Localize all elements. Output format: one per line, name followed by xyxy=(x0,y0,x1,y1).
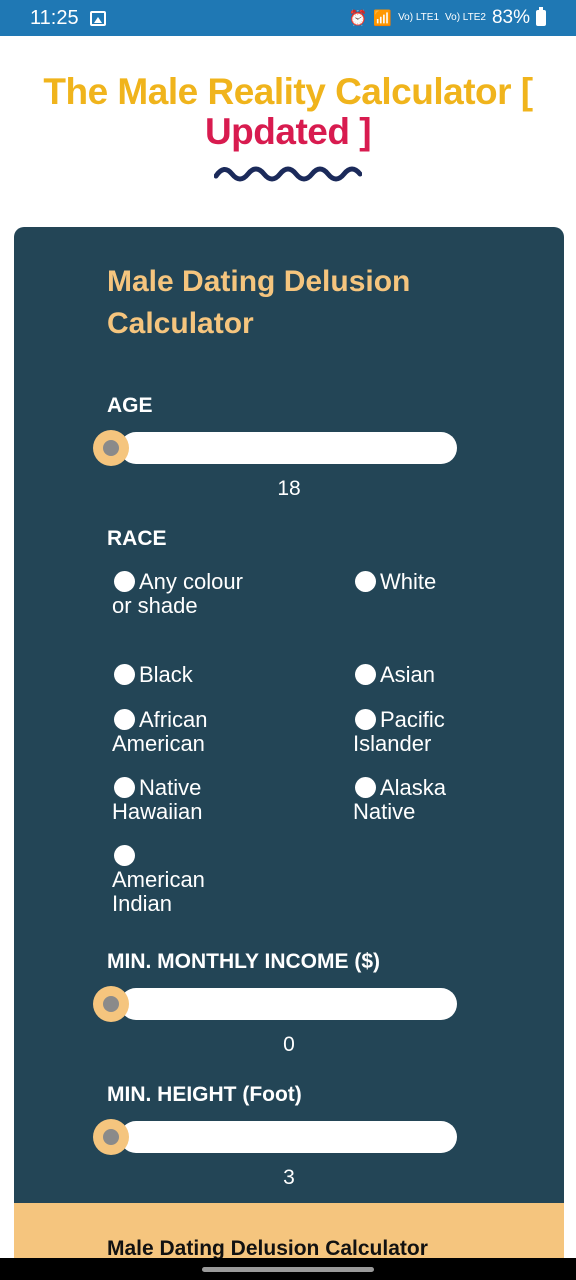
race-option-american-indian[interactable]: American Indian xyxy=(112,844,262,916)
income-slider-track[interactable] xyxy=(120,988,457,1020)
radio-icon[interactable] xyxy=(355,709,376,730)
age-slider-track[interactable] xyxy=(120,432,457,464)
battery-icon xyxy=(536,7,546,26)
radio-icon[interactable] xyxy=(355,777,376,798)
race-option-black[interactable]: Black xyxy=(112,663,262,687)
wifi-icon: 📶 xyxy=(373,10,393,27)
radio-icon[interactable] xyxy=(355,664,376,685)
race-option-any[interactable]: Any colour or shade xyxy=(112,570,262,618)
income-slider[interactable] xyxy=(93,986,457,1022)
squiggle-divider-icon xyxy=(214,166,362,182)
status-icons: ⏰ 📶 Vo) LTE1 Vo) LTE2 83% xyxy=(348,7,546,28)
radio-icon[interactable] xyxy=(114,571,135,592)
height-value: 3 xyxy=(283,1166,295,1189)
age-slider-thumb[interactable] xyxy=(93,430,129,466)
radio-icon[interactable] xyxy=(355,571,376,592)
radio-icon[interactable] xyxy=(114,845,135,866)
page-title: The Male Reality Calculator [ Updated ] xyxy=(0,72,576,152)
race-option-white[interactable]: White xyxy=(353,570,503,594)
height-slider[interactable] xyxy=(93,1119,457,1155)
status-time: 11:25 xyxy=(30,7,79,29)
height-slider-track[interactable] xyxy=(120,1121,457,1153)
radio-icon[interactable] xyxy=(114,664,135,685)
income-slider-thumb[interactable] xyxy=(93,986,129,1022)
height-label: MIN. HEIGHT (Foot) xyxy=(107,1083,302,1106)
calculator-title: Male Dating Delusion Calculator xyxy=(107,265,411,340)
race-label: RACE xyxy=(107,527,167,550)
page-title-updated: Updated ] xyxy=(204,111,372,152)
race-option-alaska-native[interactable]: Alaska Native xyxy=(353,776,503,824)
navigation-bar xyxy=(0,1258,576,1280)
income-value: 0 xyxy=(283,1033,295,1056)
age-label: AGE xyxy=(107,394,153,417)
race-option-asian[interactable]: Asian xyxy=(353,663,503,687)
sim1-signal-icon: Vo) LTE1 xyxy=(398,12,440,23)
age-slider[interactable] xyxy=(93,430,457,466)
battery-percent: 83% xyxy=(491,7,530,28)
height-slider-thumb[interactable] xyxy=(93,1119,129,1155)
race-option-pacific-islander[interactable]: Pacific Islander xyxy=(353,708,503,756)
sim2-signal-icon: Vo) LTE2 xyxy=(445,12,486,23)
page-title-main: The Male Reality Calculator [ xyxy=(43,71,533,112)
gallery-icon xyxy=(90,11,106,26)
race-option-native-hawaiian[interactable]: Native Hawaiian xyxy=(112,776,262,824)
income-label: MIN. MONTHLY INCOME ($) xyxy=(107,950,381,973)
radio-icon[interactable] xyxy=(114,709,135,730)
status-bar: 11:25 ⏰ 📶 Vo) LTE1 Vo) LTE2 83% xyxy=(0,0,576,36)
race-option-african-american[interactable]: African American xyxy=(112,708,262,756)
age-value: 18 xyxy=(277,477,301,500)
radio-icon[interactable] xyxy=(114,777,135,798)
alarm-icon: ⏰ xyxy=(348,10,368,27)
home-gesture-handle[interactable] xyxy=(202,1267,374,1272)
calculator-card: Male Dating Delusion Calculator AGE 18 R… xyxy=(14,227,564,1217)
